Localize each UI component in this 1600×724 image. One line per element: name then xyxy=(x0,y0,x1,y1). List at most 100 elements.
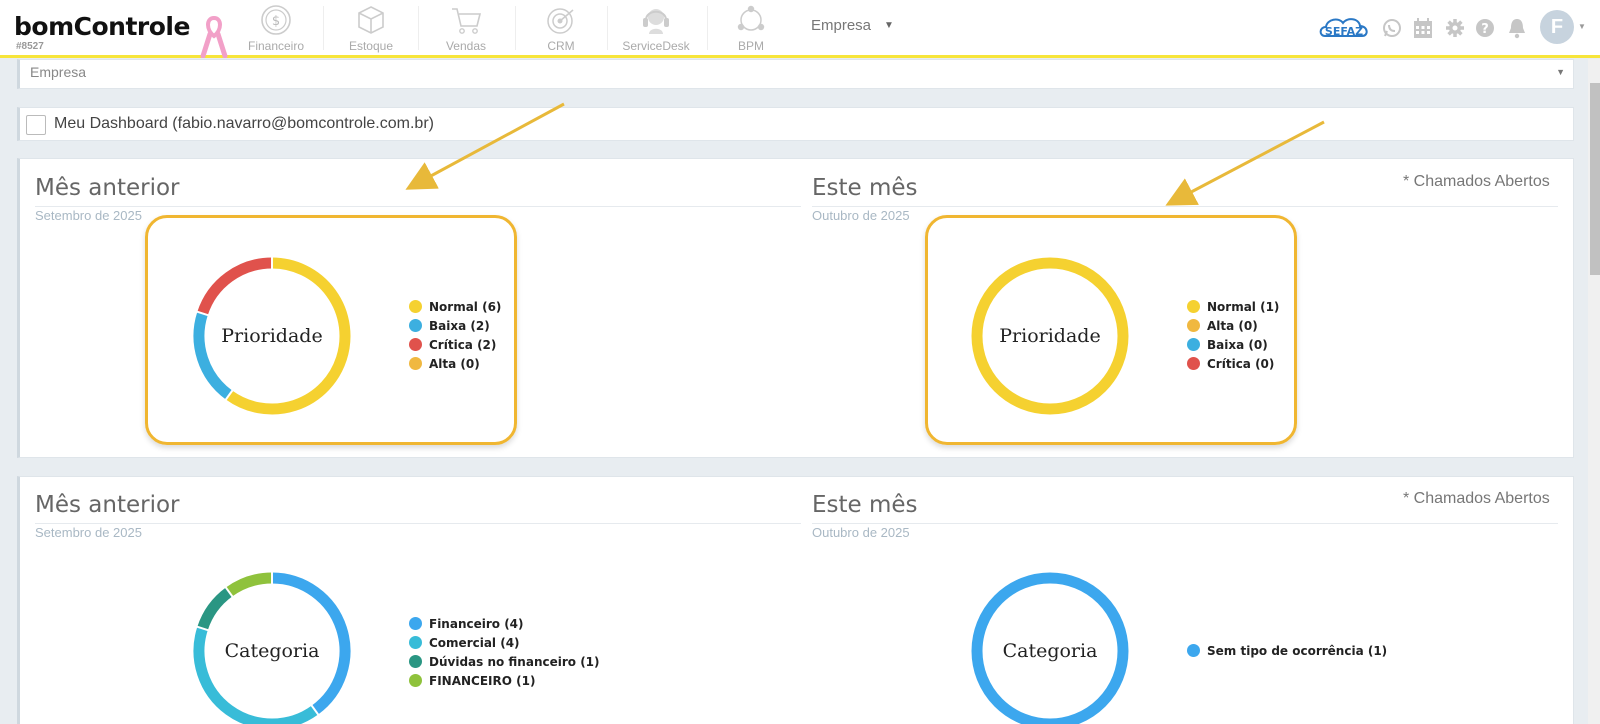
my-dashboard-checkbox[interactable] xyxy=(26,115,46,135)
legend-item[interactable]: Sem tipo de ocorrência (1) xyxy=(1187,642,1387,661)
legend-color-dot xyxy=(409,636,422,649)
legend-item[interactable]: Crítica (2) xyxy=(409,336,501,355)
nav-vendas[interactable]: Vendas xyxy=(426,4,506,54)
section-subtitle: Outubro de 2025 xyxy=(812,208,910,223)
nav-divider xyxy=(418,6,419,50)
donut-center-label: Prioridade xyxy=(999,325,1100,347)
nav-divider xyxy=(323,6,324,50)
legend-color-dot xyxy=(409,674,422,687)
help-icon[interactable]: ? xyxy=(1475,18,1495,38)
sefaz-label: SEFAZ xyxy=(1325,25,1363,38)
donut-slice[interactable] xyxy=(197,257,273,316)
target-icon xyxy=(547,8,574,34)
category-legend-current-month: Sem tipo de ocorrência (1) xyxy=(1187,642,1387,661)
nav-label: BPM xyxy=(737,39,764,53)
legend-item[interactable]: FINANCEIRO (1) xyxy=(409,672,600,691)
section-title: Este mês xyxy=(812,175,918,201)
nav-financeiro[interactable]: $ Financeiro xyxy=(236,4,316,54)
legend-label: Dúvidas no financeiro (1) xyxy=(429,655,600,669)
nav-servicedesk[interactable]: ServiceDesk xyxy=(616,4,696,54)
nav-label: Financeiro xyxy=(247,39,305,53)
scrollbar-thumb[interactable] xyxy=(1590,83,1600,275)
svg-text:?: ? xyxy=(1481,22,1489,37)
avatar-chevron-icon[interactable]: ▼ xyxy=(1578,22,1586,31)
legend-label: Comercial (4) xyxy=(429,636,520,650)
section-title: Mês anterior xyxy=(35,175,180,201)
title-divider xyxy=(35,206,801,207)
priority-donut-current-month: Prioridade xyxy=(971,257,1129,415)
company-select-value: Empresa xyxy=(30,64,87,80)
category-legend-previous-month: Financeiro (4) Comercial (4) Dúvidas no fi… xyxy=(409,615,600,691)
pink-ribbon-icon xyxy=(200,15,228,58)
nav-divider xyxy=(707,6,708,50)
chevron-down-icon[interactable]: ▼ xyxy=(884,20,894,31)
legend-color-dot xyxy=(409,319,422,332)
open-tickets-note: * Chamados Abertos xyxy=(1403,173,1550,190)
nav-divider xyxy=(607,6,608,50)
section-subtitle: Setembro de 2025 xyxy=(35,525,142,540)
whatsapp-icon[interactable] xyxy=(1382,18,1402,38)
dollar-icon: $ xyxy=(261,5,291,35)
section-subtitle: Outubro de 2025 xyxy=(812,525,910,540)
title-divider xyxy=(812,523,1558,524)
legend-color-dot xyxy=(1187,300,1200,313)
nav-crm[interactable]: CRM xyxy=(521,4,601,54)
company-select[interactable]: Empresa ▼ xyxy=(17,59,1574,89)
sefaz-badge[interactable]: SEFAZ xyxy=(1317,14,1371,42)
chevron-down-icon: ▼ xyxy=(1556,67,1565,77)
legend-label: Alta (0) xyxy=(1207,319,1258,333)
legend-color-dot xyxy=(409,300,422,313)
legend-label: Crítica (0) xyxy=(1207,357,1275,371)
legend-item[interactable]: Alta (0) xyxy=(409,355,501,374)
legend-item[interactable]: Normal (1) xyxy=(1187,298,1279,317)
my-dashboard-label[interactable]: Meu Dashboard (fabio.navarro@bomcontrole… xyxy=(54,115,434,133)
legend-color-dot xyxy=(409,357,422,370)
top-navigation-bar: bomControle #8527 $ Financeiro Estoque V… xyxy=(0,0,1600,58)
legend-item[interactable]: Normal (6) xyxy=(409,298,501,317)
legend-color-dot xyxy=(1187,338,1200,351)
legend-color-dot xyxy=(1187,644,1200,657)
legend-item[interactable]: Financeiro (4) xyxy=(409,615,600,634)
legend-label: Baixa (0) xyxy=(1207,338,1268,352)
priority-legend-previous-month: Normal (6) Baixa (2) Crítica (2) Alta (0) xyxy=(409,298,501,374)
box-icon xyxy=(358,6,384,34)
nav-bpm[interactable]: BPM xyxy=(711,4,791,54)
legend-item[interactable]: Baixa (2) xyxy=(409,317,501,336)
legend-label: Financeiro (4) xyxy=(429,617,524,631)
brand-logo[interactable]: bomControle xyxy=(14,12,190,41)
user-avatar[interactable]: F xyxy=(1540,10,1574,44)
legend-label: Normal (6) xyxy=(429,300,502,314)
bell-icon[interactable] xyxy=(1507,17,1527,39)
legend-color-dot xyxy=(409,617,422,630)
legend-color-dot xyxy=(409,338,422,351)
legend-label: Crítica (2) xyxy=(429,338,497,352)
legend-label: Sem tipo de ocorrência (1) xyxy=(1207,644,1388,658)
my-dashboard-filter: Meu Dashboard (fabio.navarro@bomcontrole… xyxy=(17,107,1574,141)
gear-icon[interactable] xyxy=(1445,18,1465,38)
section-title: Mês anterior xyxy=(35,492,180,518)
legend-item[interactable]: Alta (0) xyxy=(1187,317,1279,336)
cart-icon xyxy=(452,8,482,34)
svg-text:$: $ xyxy=(272,14,280,29)
page-scrollbar[interactable] xyxy=(1588,59,1600,724)
donut-center-label: Prioridade xyxy=(221,325,322,347)
legend-item[interactable]: Baixa (0) xyxy=(1187,336,1279,355)
legend-item[interactable]: Crítica (0) xyxy=(1187,355,1279,374)
company-menu[interactable]: Empresa xyxy=(811,17,871,34)
legend-color-dot xyxy=(409,655,422,668)
donut-slice[interactable] xyxy=(197,587,233,631)
donut-slice[interactable] xyxy=(225,572,273,597)
legend-label: Alta (0) xyxy=(429,357,480,371)
title-divider xyxy=(35,523,801,524)
nav-estoque[interactable]: Estoque xyxy=(331,4,411,54)
priority-donut-previous-month: Prioridade xyxy=(193,256,351,415)
legend-item[interactable]: Comercial (4) xyxy=(409,634,600,653)
category-donut-current-month: Categoria xyxy=(971,572,1129,724)
donut-center-label: Categoria xyxy=(225,640,320,662)
legend-label: Baixa (2) xyxy=(429,319,490,333)
calendar-icon[interactable] xyxy=(1413,17,1433,39)
section-subtitle: Setembro de 2025 xyxy=(35,208,142,223)
legend-item[interactable]: Dúvidas no financeiro (1) xyxy=(409,653,600,672)
headset-icon xyxy=(643,9,669,34)
company-code: #8527 xyxy=(16,41,44,52)
